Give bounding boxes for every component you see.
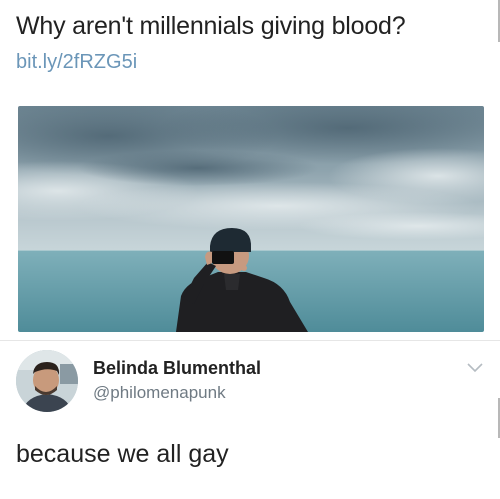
- avatar[interactable]: [16, 350, 78, 412]
- display-name[interactable]: Belinda Blumenthal: [93, 358, 261, 379]
- tweet-photo[interactable]: [18, 106, 484, 332]
- reply-text: because we all gay: [16, 440, 229, 468]
- photo-icon: [18, 106, 484, 332]
- chevron-down-icon[interactable]: [466, 362, 484, 374]
- tweet-text: Why aren't millennials giving blood?: [16, 12, 406, 40]
- divider: [0, 340, 500, 341]
- tweet-header: Why aren't millennials giving blood? bit…: [16, 10, 486, 76]
- avatar-icon: [16, 350, 78, 412]
- tweet-link[interactable]: bit.ly/2fRZG5i: [16, 48, 486, 76]
- user-handle[interactable]: @philomenapunk: [93, 383, 226, 403]
- reply-tweet: Belinda Blumenthal @philomenapunk: [16, 350, 486, 420]
